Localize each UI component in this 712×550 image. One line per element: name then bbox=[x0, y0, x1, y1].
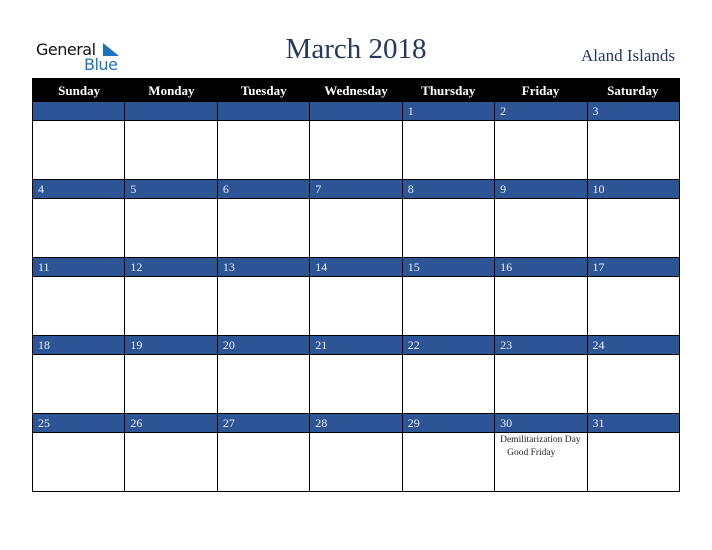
day-cell[interactable]: 29 bbox=[402, 414, 496, 491]
day-number: 29 bbox=[402, 414, 495, 433]
day-number: 11 bbox=[33, 258, 125, 277]
day-cell[interactable]: 30 Demilitarization Day Good Friday bbox=[495, 414, 588, 491]
day-cell[interactable] bbox=[310, 102, 403, 179]
day-cell[interactable]: 3 bbox=[587, 102, 679, 179]
day-number: 18 bbox=[33, 336, 125, 355]
week-row: 123 bbox=[33, 102, 679, 179]
day-cell[interactable]: 20 bbox=[217, 336, 311, 413]
day-cell[interactable]: 31 bbox=[587, 414, 679, 491]
weekday-sunday: Sunday bbox=[58, 83, 101, 98]
day-number: 8 bbox=[402, 180, 495, 199]
weekday-header: Sunday Monday Tuesday Wednesday Thursday… bbox=[33, 79, 679, 102]
day-number: 30 bbox=[495, 414, 587, 433]
day-cell[interactable]: 2 bbox=[495, 102, 588, 179]
day-number: 1 bbox=[402, 102, 495, 121]
day-cell[interactable]: 13 bbox=[217, 258, 311, 335]
day-number: 23 bbox=[495, 336, 587, 355]
day-number: 20 bbox=[217, 336, 310, 355]
holiday-event: Demilitarization Day bbox=[500, 435, 581, 445]
day-cell[interactable]: 17 bbox=[587, 258, 679, 335]
day-number: 3 bbox=[587, 102, 679, 121]
day-number: 5 bbox=[125, 180, 217, 199]
day-cell[interactable]: 10 bbox=[587, 180, 679, 257]
day-cell[interactable]: 16 bbox=[495, 258, 588, 335]
day-cell[interactable]: 14 bbox=[310, 258, 403, 335]
day-number: 24 bbox=[587, 336, 679, 355]
week-row: 18 19 20 21 22 23 24 bbox=[33, 335, 679, 413]
day-cell[interactable]: 18 bbox=[33, 336, 126, 413]
day-number bbox=[310, 102, 402, 121]
day-number: 2 bbox=[495, 102, 587, 121]
day-cell[interactable]: 7 bbox=[310, 180, 403, 257]
day-number: 27 bbox=[217, 414, 310, 433]
weekday-wednesday: Wednesday bbox=[324, 83, 388, 98]
day-cell[interactable]: 5 bbox=[125, 180, 218, 257]
day-number bbox=[125, 102, 217, 121]
weekday-tuesday: Tuesday bbox=[240, 83, 287, 98]
day-cell[interactable]: 12 bbox=[125, 258, 218, 335]
week-row: 4 5 6 7 8 9 10 bbox=[33, 179, 679, 257]
day-cell[interactable]: 24 bbox=[587, 336, 679, 413]
day-cell[interactable]: 21 bbox=[310, 336, 403, 413]
week-row: 11 12 13 14 15 16 17 bbox=[33, 257, 679, 335]
day-number: 9 bbox=[495, 180, 587, 199]
weekday-saturday: Saturday bbox=[607, 83, 659, 98]
day-cell[interactable]: 4 bbox=[33, 180, 126, 257]
day-cell[interactable]: 6 bbox=[217, 180, 311, 257]
day-number: 31 bbox=[587, 414, 679, 433]
day-number: 15 bbox=[402, 258, 495, 277]
day-number: 21 bbox=[310, 336, 402, 355]
day-number: 22 bbox=[402, 336, 495, 355]
day-cell[interactable]: 28 bbox=[310, 414, 403, 491]
day-cell[interactable]: 25 bbox=[33, 414, 126, 491]
day-number: 13 bbox=[217, 258, 310, 277]
day-cell[interactable]: 23 bbox=[495, 336, 588, 413]
day-cell[interactable]: 22 bbox=[402, 336, 496, 413]
country-label: Aland Islands bbox=[581, 46, 675, 65]
day-number: 6 bbox=[217, 180, 310, 199]
weekday-monday: Monday bbox=[148, 83, 195, 98]
day-number: 17 bbox=[587, 258, 679, 277]
day-cell[interactable]: 8 bbox=[402, 180, 496, 257]
day-number: 16 bbox=[495, 258, 587, 277]
week-row: 25 26 27 28 29 30 Demilitarization Day Good Fri… bbox=[33, 413, 679, 491]
day-number: 4 bbox=[33, 180, 125, 199]
day-number: 26 bbox=[125, 414, 217, 433]
day-cell[interactable] bbox=[217, 102, 311, 179]
day-number bbox=[217, 102, 310, 121]
day-cell[interactable]: 15 bbox=[402, 258, 496, 335]
weekday-friday: Friday bbox=[521, 83, 560, 98]
day-cell[interactable] bbox=[125, 102, 218, 179]
day-number: 14 bbox=[310, 258, 402, 277]
day-cell[interactable]: 19 bbox=[125, 336, 218, 413]
day-cell[interactable] bbox=[33, 102, 126, 179]
day-cell[interactable]: 9 bbox=[495, 180, 588, 257]
day-number: 10 bbox=[587, 180, 679, 199]
day-cell[interactable]: 27 bbox=[217, 414, 311, 491]
day-cell[interactable]: 26 bbox=[125, 414, 218, 491]
day-number: 7 bbox=[310, 180, 402, 199]
calendar-grid: Sunday Monday Tuesday Wednesday Thursday… bbox=[32, 78, 680, 492]
day-number: 25 bbox=[33, 414, 125, 433]
day-cell[interactable]: 1 bbox=[402, 102, 496, 179]
day-number: 19 bbox=[125, 336, 217, 355]
day-number: 12 bbox=[125, 258, 217, 277]
day-number: 28 bbox=[310, 414, 402, 433]
weekday-thursday: Thursday bbox=[421, 83, 476, 98]
day-cell[interactable]: 11 bbox=[33, 258, 126, 335]
holiday-event: Good Friday bbox=[507, 448, 556, 458]
day-number bbox=[33, 102, 125, 121]
